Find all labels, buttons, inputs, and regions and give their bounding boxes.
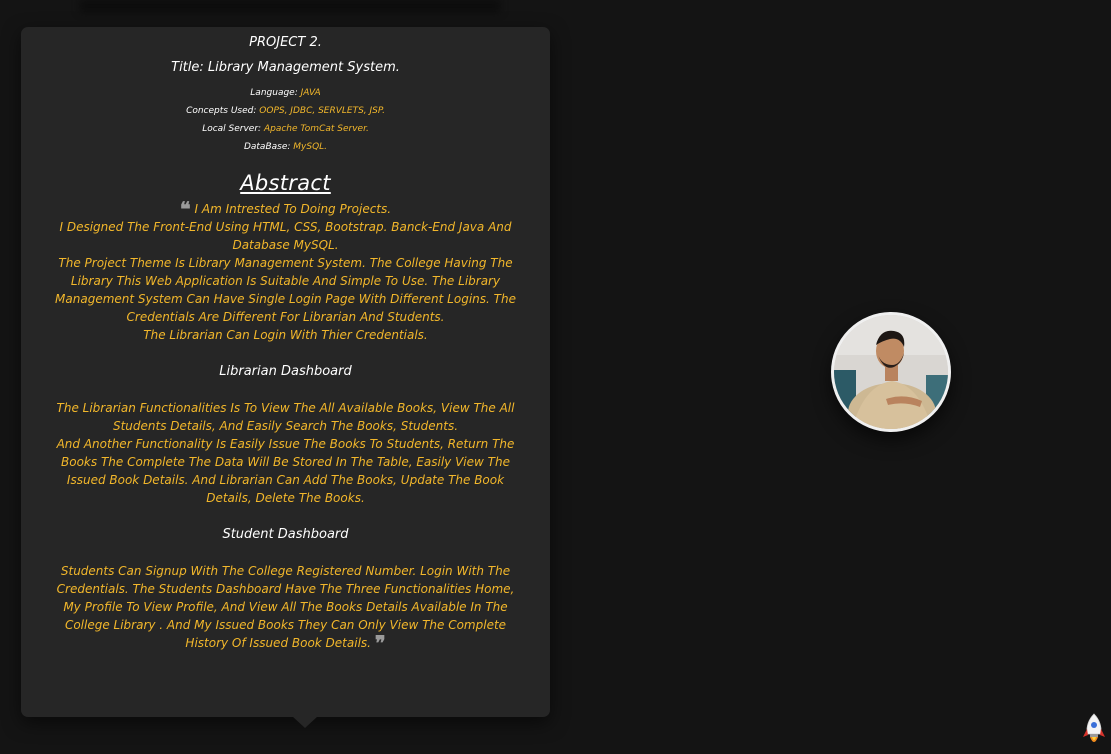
librarian-dashboard-title: Librarian Dashboard bbox=[219, 364, 352, 379]
librarian-dashboard-text: The Librarian Functionalities Is To View… bbox=[56, 401, 515, 505]
rocket-icon bbox=[1083, 713, 1105, 742]
student-dashboard-text: Students Can Signup With The College Reg… bbox=[56, 564, 515, 655]
project-title: Title: Library Management System. bbox=[171, 60, 400, 75]
meta-concepts: Concepts Used: OOPS, JDBC, SERVLETS, JSP… bbox=[186, 106, 385, 116]
project-meta: Language: JAVA Concepts Used: OOPS, JDBC… bbox=[21, 84, 550, 156]
project-card: PROJECT 2. Title: Library Management Sys… bbox=[21, 27, 550, 728]
project-number: PROJECT 2. bbox=[249, 35, 322, 50]
scroll-top-rocket-icon[interactable] bbox=[1080, 712, 1108, 748]
card-pointer bbox=[292, 716, 318, 728]
top-shadow bbox=[80, 0, 500, 12]
meta-database: DataBase: MySQL. bbox=[243, 142, 328, 152]
meta-server: Local Server: Apache TomCat Server. bbox=[202, 124, 369, 134]
student-dashboard-title: Student Dashboard bbox=[222, 527, 349, 542]
quote-right-icon: ❞ bbox=[374, 631, 386, 655]
profile-avatar[interactable] bbox=[831, 312, 951, 432]
meta-language: Language: JAVA bbox=[250, 88, 321, 98]
avatar-photo bbox=[834, 315, 948, 429]
abstract-heading: Abstract bbox=[240, 171, 331, 195]
abstract-text: ❝ I Am Intrested To Doing Projects. I De… bbox=[55, 197, 516, 342]
